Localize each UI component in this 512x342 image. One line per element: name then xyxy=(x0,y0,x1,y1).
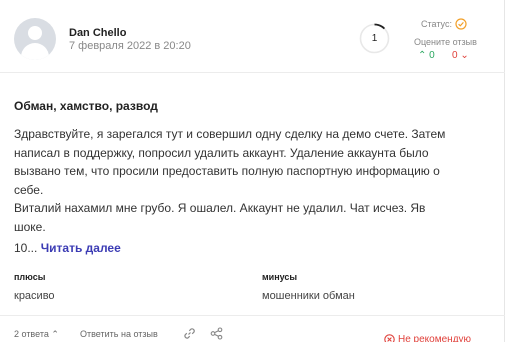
not-recommend-icon xyxy=(384,334,395,342)
link-icon[interactable] xyxy=(183,327,196,340)
pros-value: красиво xyxy=(14,290,55,302)
replies-toggle[interactable]: 2 ответа ⌃ xyxy=(14,329,59,340)
thumb-down-icon: ⌄ xyxy=(460,50,469,61)
review-text-line: шоке. xyxy=(14,219,46,234)
review-title: Обман, хамство, развод xyxy=(14,99,158,113)
replies-count: 2 ответа xyxy=(14,329,49,339)
user-avatar-icon[interactable] xyxy=(14,18,56,60)
votes-up-count: 0 xyxy=(429,50,435,61)
pros-label: плюсы xyxy=(14,272,46,282)
chevron-up-icon: ⌃ xyxy=(51,329,59,339)
vote-up-button[interactable]: ⌃ 0 xyxy=(418,50,435,61)
review-text-line: вызвано тем, что просили предоставить по… xyxy=(14,164,440,178)
status-label: Статус: xyxy=(421,19,452,29)
read-more-row: 10... Читать далее xyxy=(14,241,121,255)
rating-value: 1 xyxy=(371,33,378,44)
reply-button[interactable]: Ответить на отзыв xyxy=(80,329,158,339)
review-text-line: Виталий нахамил мне грубо. Я ошалел. Акк… xyxy=(14,201,426,215)
avatar-head xyxy=(28,26,42,40)
status-icon xyxy=(455,18,467,30)
review-text: Здравствуйте, я зарегался тут и совершил… xyxy=(14,125,504,236)
review-text-line: себе. xyxy=(14,182,44,197)
review-text-line: Здравствуйте, я зарегался тут и совершил… xyxy=(14,127,446,141)
review-text-line: написал в поддержку, попросил удалить ак… xyxy=(14,145,429,160)
cons-value: мошенники обман xyxy=(262,290,355,302)
review-card: Dan Chello 7 февраля 2022 в 20:20 1 Стат… xyxy=(0,0,505,342)
avatar-body xyxy=(21,43,49,60)
author-name[interactable]: Dan Chello xyxy=(69,27,126,39)
share-icon[interactable] xyxy=(210,327,223,340)
vote-down-button[interactable]: 0 ⌄ xyxy=(452,50,469,61)
read-more-link[interactable]: Читать далее xyxy=(41,241,121,255)
review-text-tail: 10... xyxy=(14,241,38,255)
not-recommend-label: Не рекомендую xyxy=(398,334,472,342)
rate-review-label: Оцените отзыв xyxy=(414,37,477,47)
review-date: 7 февраля 2022 в 20:20 xyxy=(69,40,191,52)
cons-label: минусы xyxy=(262,272,298,282)
thumb-up-icon: ⌃ xyxy=(418,50,427,61)
votes-down-count: 0 xyxy=(452,50,458,61)
